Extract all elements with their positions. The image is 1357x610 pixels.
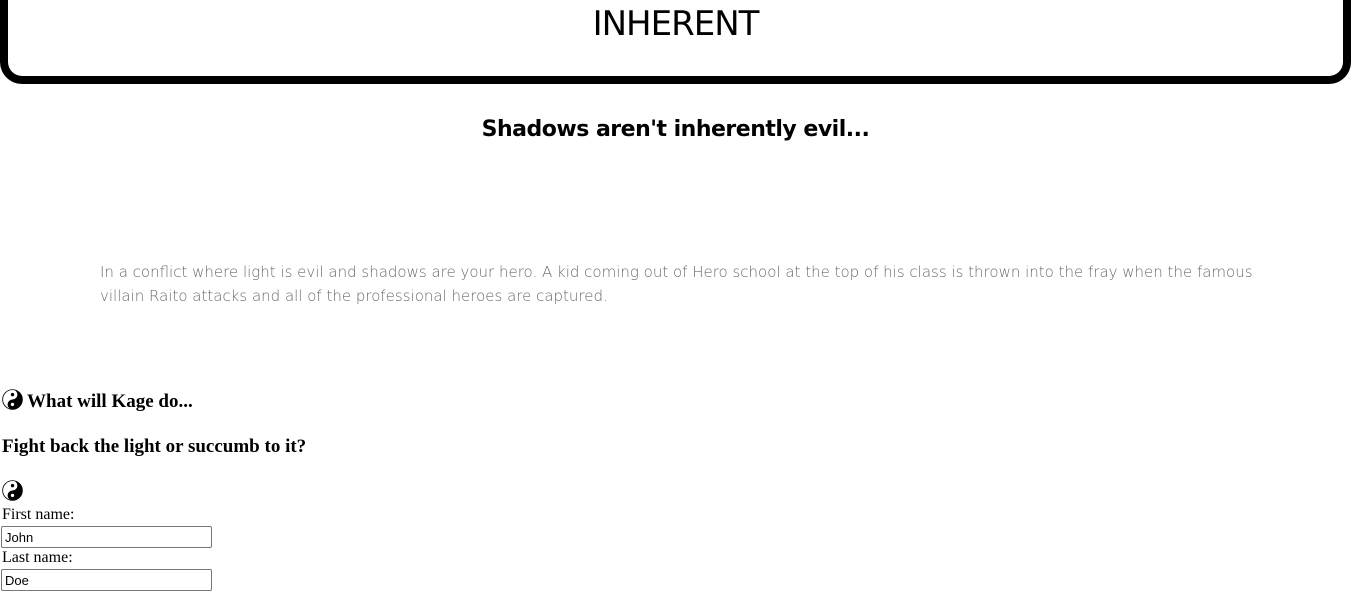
yin-yang-icon [2, 480, 23, 501]
last-name-label: Last name: [2, 549, 73, 566]
subquestion-heading: Fight back the light or succumb to it? [2, 436, 307, 457]
yin-yang-icon [2, 388, 23, 410]
last-name-field[interactable] [1, 569, 212, 591]
question-heading: What will Kage do... [2, 388, 193, 413]
first-name-field[interactable] [1, 526, 212, 548]
name-form: First name: Last name: [0, 505, 212, 591]
question-text: What will Kage do... [27, 391, 193, 412]
story-description: In a conflict where light is evil and sh… [100, 263, 1253, 305]
tagline: Shadows aren't inherently evil... [481, 117, 870, 142]
first-name-label: First name: [2, 506, 75, 523]
page-title: INHERENT [592, 4, 760, 44]
